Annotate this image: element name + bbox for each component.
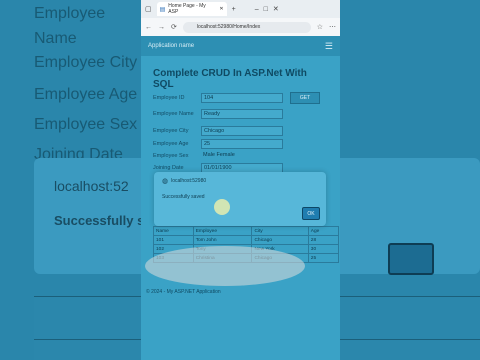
radio-employee-sex[interactable]: Male Female xyxy=(201,151,283,161)
form-row-name: Employee Name Ready xyxy=(153,109,283,119)
reload-icon[interactable]: ⟳ xyxy=(171,23,177,31)
menu-icon[interactable]: ⋯ xyxy=(329,23,336,31)
minimize-icon[interactable]: – xyxy=(255,6,259,13)
url-field[interactable]: localhost:52980/Home/Index xyxy=(182,21,311,33)
bg-label-sex: Employee Sex xyxy=(34,116,138,133)
form-row-city: Employee City Chicago xyxy=(153,126,283,136)
table-cell: Name xyxy=(153,226,194,236)
form-row-age: Employee Age 25 xyxy=(153,139,283,149)
alert-host-text: localhost:52980 xyxy=(171,178,207,184)
close-window-icon[interactable]: ✕ xyxy=(273,5,279,13)
bg-dialog-title: localhost:52 xyxy=(54,178,129,194)
app-navbar: Application name ☰ xyxy=(141,36,340,56)
get-button[interactable]: GET xyxy=(290,92,320,104)
tab-title: Home Page - My ASP xyxy=(168,3,206,15)
favorite-icon[interactable]: ☆ xyxy=(317,23,323,31)
table-header-row: Name Employee City Age xyxy=(153,226,340,236)
table-cell: 30 xyxy=(307,244,340,254)
table-cell: Age xyxy=(307,226,340,236)
label-employee-sex: Employee Sex xyxy=(153,153,189,159)
input-employee-age[interactable]: 25 xyxy=(201,139,283,149)
browser-tab[interactable]: ▤ Home Page - My ASP ✕ xyxy=(156,2,227,16)
close-tab-icon[interactable]: ✕ xyxy=(219,6,223,12)
page-title: Complete CRUD In ASP.Net With SQL xyxy=(153,68,307,90)
tab-page-icon: ▤ xyxy=(159,6,166,13)
back-icon[interactable]: ← xyxy=(145,24,152,31)
table-cell: Employee xyxy=(192,226,253,236)
bg-ok-button xyxy=(388,243,434,275)
app-brand[interactable]: Application name xyxy=(148,43,194,49)
table-cell: 25 xyxy=(307,253,340,263)
maximize-icon[interactable]: □ xyxy=(264,6,268,13)
input-employee-name[interactable]: Ready xyxy=(201,109,283,119)
globe-icon: ◍ xyxy=(162,178,169,185)
address-bar: ← → ⟳ localhost:52980/Home/Index ☆ ⋯ xyxy=(141,18,340,36)
table-cell: 101 xyxy=(153,235,194,245)
page-footer: © 2024 - My ASP.NET Application xyxy=(146,289,221,295)
cursor-highlight xyxy=(214,199,230,215)
input-employee-id[interactable]: 104 xyxy=(201,93,283,103)
alert-host: ◍ localhost:52980 xyxy=(162,177,206,185)
new-tab-icon[interactable]: + xyxy=(232,6,236,13)
form-row-id: Employee ID 104 xyxy=(153,93,283,103)
label-employee-name: Employee Name xyxy=(153,111,194,117)
hamburger-icon[interactable]: ☰ xyxy=(325,41,333,52)
table-cell: Chicago xyxy=(251,235,309,245)
label-employee-id: Employee ID xyxy=(153,95,185,101)
tab-strip: ▢ ▤ Home Page - My ASP ✕ + – □ ✕ xyxy=(141,0,340,18)
highlight-oval xyxy=(145,246,305,286)
label-employee-age: Employee Age xyxy=(153,141,189,147)
bg-label-city: Employee City xyxy=(34,54,138,71)
select-employee-city[interactable]: Chicago xyxy=(201,126,283,136)
bg-label-employee: Employee xyxy=(34,5,106,22)
alert-message: Successfully saved xyxy=(162,194,205,200)
alert-ok-button[interactable]: OK xyxy=(302,207,320,220)
label-joining-date: Joining Date xyxy=(153,165,184,171)
table-row: 101 Tom John Chicago 28 xyxy=(153,235,340,245)
form-row-sex: Employee Sex Male Female xyxy=(153,151,283,161)
table-cell: 28 xyxy=(307,235,340,245)
table-cell: Tom John xyxy=(192,235,253,245)
bg-label-name: Name xyxy=(34,30,77,47)
label-employee-city: Employee City xyxy=(153,128,189,134)
window-icon[interactable]: ▢ xyxy=(145,5,152,13)
table-cell: City xyxy=(251,226,309,236)
bg-label-age: Employee Age xyxy=(34,86,138,103)
forward-icon[interactable]: → xyxy=(158,24,165,31)
alert-dialog: ◍ localhost:52980 Successfully saved OK xyxy=(154,172,326,226)
